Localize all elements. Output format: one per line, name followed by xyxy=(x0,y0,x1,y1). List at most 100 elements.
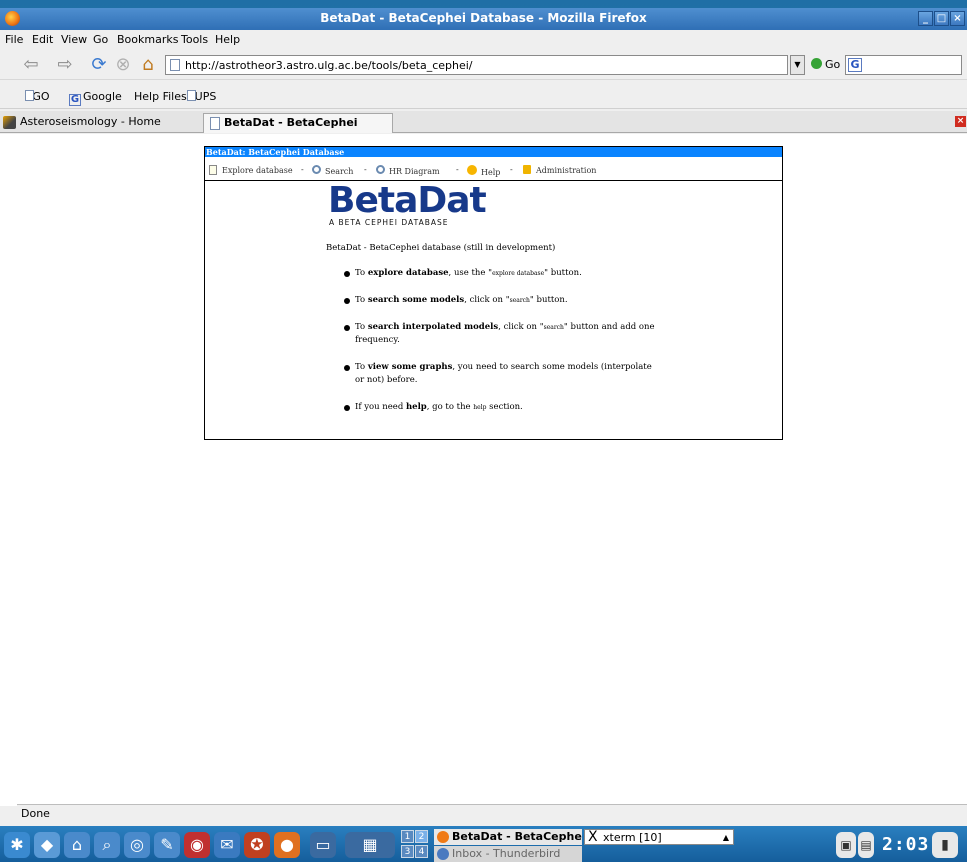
pager-desktop-2[interactable]: 2 xyxy=(415,830,428,843)
go-button[interactable]: Go xyxy=(811,58,840,71)
bullet-icon xyxy=(344,271,350,277)
nav-label: Search xyxy=(325,167,354,176)
desktop-icon[interactable]: ◆ xyxy=(34,832,60,858)
menu-help[interactable]: Help xyxy=(215,33,240,46)
editor-icon[interactable]: ✎ xyxy=(154,832,180,858)
tab-label: Asteroseismology - Home xyxy=(20,115,161,128)
home-icon[interactable]: ⌂ xyxy=(137,55,159,75)
betadat-logo: BetaDat A BETA CEPHEI DATABASE xyxy=(328,183,487,228)
desktop-pager: 1 2 3 4 xyxy=(401,830,429,860)
task-label: xterm [10] xyxy=(603,831,662,844)
emphasis: search interpolated models xyxy=(367,322,499,332)
search-icon[interactable]: ⌕ xyxy=(94,832,120,858)
nav-label: Explore database xyxy=(222,166,293,175)
tab-bar: Asteroseismology - Home BetaDat - BetaCe… xyxy=(0,111,967,147)
bookmark-ago[interactable]: AGO xyxy=(25,90,50,103)
help-link[interactable]: help xyxy=(473,404,486,411)
task-xterm[interactable]: X xterm [10] ▲ xyxy=(584,829,734,845)
nav-label: Help xyxy=(481,168,501,177)
menu-edit[interactable]: Edit xyxy=(32,33,53,46)
nav-separator: - xyxy=(301,165,304,174)
tray-icon[interactable]: ▤ xyxy=(858,832,874,858)
power-icon[interactable]: ▮ xyxy=(932,832,958,858)
page-content: BetaDat: BetaCephei Database Explore dat… xyxy=(0,134,967,806)
mail-icon[interactable]: ✉ xyxy=(214,832,240,858)
bullet-icon xyxy=(344,325,350,331)
tab-asteroseismology[interactable]: Asteroseismology - Home xyxy=(0,113,200,133)
pager-desktop-3[interactable]: 3 xyxy=(401,845,414,858)
emphasis: view some graphs xyxy=(367,362,453,372)
nav-explore-database[interactable]: Explore database xyxy=(209,165,293,175)
pager-desktop-1[interactable]: 1 xyxy=(401,830,414,843)
menu-file[interactable]: File xyxy=(5,33,23,46)
reload-icon[interactable]: ⟳ xyxy=(88,55,110,75)
emphasis: help xyxy=(405,402,427,412)
back-arrow-icon[interactable]: ⇦ xyxy=(20,55,42,75)
menu-bar: File Edit View Go Bookmarks Tools Help xyxy=(0,30,967,50)
bookmark-google[interactable]: G Google xyxy=(69,90,122,106)
menu-view[interactable]: View xyxy=(61,33,87,46)
menu-go[interactable]: Go xyxy=(93,33,108,46)
page-icon xyxy=(210,117,220,130)
show-desktop-icon[interactable]: ▦ xyxy=(345,832,395,858)
app-icon[interactable]: ✪ xyxy=(244,832,270,858)
navigation-toolbar: ⇦ ⇨ ⟳ ⊗ ⌂ http://astrotheor3.astro.ulg.a… xyxy=(0,50,967,80)
panel-nav: Explore database - Search - HR Diagram -… xyxy=(205,157,782,181)
nav-separator: - xyxy=(510,165,513,174)
tab-betadat[interactable]: BetaDat - BetaCephei Datab... xyxy=(203,113,393,147)
home-folder-icon[interactable]: ⌂ xyxy=(64,832,90,858)
xterm-icon: X xyxy=(588,829,598,845)
site-favicon-icon xyxy=(3,116,16,129)
page-icon xyxy=(25,90,34,101)
betadat-panel: BetaDat: BetaCephei Database Explore dat… xyxy=(204,146,783,440)
task-label: Inbox - Thunderbird xyxy=(452,847,561,860)
stop-icon[interactable]: ⊗ xyxy=(112,55,134,75)
list-item: To explore database, use the "explore da… xyxy=(344,267,674,280)
nav-label: Administration xyxy=(536,166,597,175)
magnifier-icon xyxy=(312,165,321,174)
google-search-icon[interactable]: G xyxy=(848,58,862,72)
bullet-icon xyxy=(344,365,350,371)
chevron-up-icon[interactable]: ▲ xyxy=(723,830,729,846)
nav-hr-diagram[interactable]: HR Diagram xyxy=(376,165,440,176)
button-reference: search xyxy=(509,297,530,304)
help-icon xyxy=(467,165,477,175)
bullet-icon xyxy=(344,405,350,411)
firefox-icon[interactable]: ● xyxy=(274,832,300,858)
minimize-button[interactable]: _ xyxy=(918,11,933,26)
task-betadat[interactable]: BetaDat - BetaCephe xyxy=(434,829,582,845)
clipboard-icon[interactable]: ▣ xyxy=(836,832,856,858)
magnifier-icon xyxy=(376,165,385,174)
maximize-button[interactable]: □ xyxy=(934,11,949,26)
taskbar: ✱ ◆ ⌂ ⌕ ◎ ✎ ◉ ✉ ✪ ● ▭ ▦ 1 2 3 4 BetaDat … xyxy=(0,826,967,862)
list-item: If you need help, go to the help section… xyxy=(344,401,674,414)
task-thunderbird[interactable]: Inbox - Thunderbird xyxy=(434,846,582,862)
bookmark-cups[interactable]: CUPS xyxy=(187,90,216,103)
intro-text: BetaDat - BetaCephei database (still in … xyxy=(326,243,556,253)
pager-desktop-4[interactable]: 4 xyxy=(415,845,428,858)
title-bar[interactable]: BetaDat - BetaCephei Database - Mozilla … xyxy=(0,8,967,30)
menu-tools[interactable]: Tools xyxy=(181,33,208,46)
browser-window: BetaDat - BetaCephei Database - Mozilla … xyxy=(0,8,967,826)
kde-menu-icon[interactable]: ✱ xyxy=(4,832,30,858)
terminal-icon[interactable]: ▭ xyxy=(310,832,336,858)
clock[interactable]: 2:03 xyxy=(882,834,929,855)
nav-administration[interactable]: Administration xyxy=(523,165,596,175)
emphasis: search some models xyxy=(367,295,465,305)
network-icon[interactable]: ◎ xyxy=(124,832,150,858)
bookmark-label: Help Files xyxy=(134,90,187,103)
bookmark-help-files[interactable]: Help Files xyxy=(134,90,187,103)
url-bar[interactable]: http://astrotheor3.astro.ulg.ac.be/tools… xyxy=(165,55,788,75)
url-text[interactable]: http://astrotheor3.astro.ulg.ac.be/tools… xyxy=(185,59,473,72)
forward-arrow-icon[interactable]: ⇨ xyxy=(54,55,76,75)
url-dropdown-button[interactable]: ▼ xyxy=(790,55,805,75)
menu-bookmarks[interactable]: Bookmarks xyxy=(117,33,178,46)
close-tab-icon[interactable]: × xyxy=(955,116,966,127)
search-box[interactable]: G xyxy=(845,55,962,75)
lifebuoy-icon[interactable]: ◉ xyxy=(184,832,210,858)
instructions-list: To explore database, use the "explore da… xyxy=(344,267,674,428)
close-button[interactable]: × xyxy=(950,11,965,26)
window-title: BetaDat - BetaCephei Database - Mozilla … xyxy=(320,11,647,25)
nav-help[interactable]: Help xyxy=(467,165,500,177)
nav-search[interactable]: Search xyxy=(312,165,353,176)
